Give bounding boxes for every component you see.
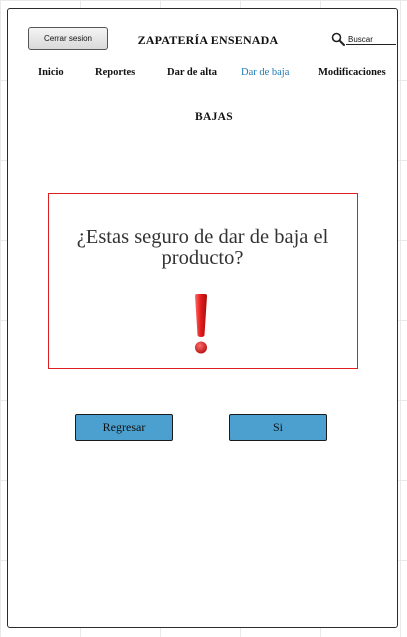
- back-button[interactable]: Regresar: [75, 414, 173, 441]
- confirm-button[interactable]: Si: [229, 414, 327, 441]
- dialog-message: ¿Estas seguro de dar de baja el producto…: [57, 227, 348, 269]
- logout-button[interactable]: Cerrar sesion: [28, 27, 108, 50]
- nav-item-dar-de-alta[interactable]: Dar de alta: [167, 67, 217, 78]
- nav-item-modificaciones[interactable]: Modificaciones: [318, 67, 386, 78]
- nav-item-reportes[interactable]: Reportes: [95, 67, 135, 78]
- dialog-message-line1: ¿Estas seguro de dar de baja el: [76, 226, 329, 248]
- search-icon[interactable]: [331, 32, 345, 46]
- nav-item-dar-de-baja[interactable]: Dar de baja: [241, 67, 289, 78]
- dialog-message-line2: producto?: [161, 247, 244, 269]
- exclamation-icon: [195, 294, 207, 354]
- section-title: BAJAS: [195, 111, 233, 123]
- app-title: ZAPATERÍA ENSENADA: [137, 33, 279, 47]
- search-input[interactable]: [346, 34, 396, 45]
- nav-item-inicio[interactable]: Inicio: [38, 67, 64, 78]
